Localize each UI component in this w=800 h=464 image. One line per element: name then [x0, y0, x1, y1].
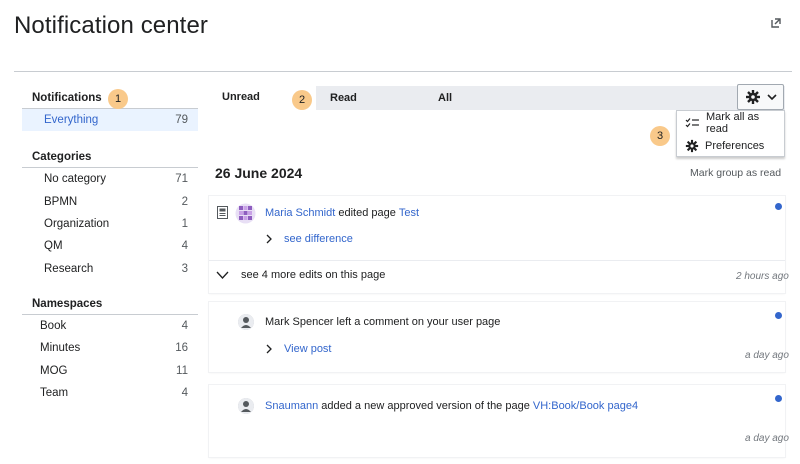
page-link[interactable]: VH:Book/Book page4 [533, 400, 638, 412]
gear-icon [745, 90, 760, 104]
notification-action: added a new approved version of the page [321, 400, 530, 412]
namespaces-group: Namespaces Book 4 Minutes 16 MOG 11 Team… [22, 294, 198, 404]
sidebar-item-count: 2 [181, 195, 188, 208]
gear-icon [685, 139, 699, 152]
sidebar-item-label: No category [44, 173, 107, 186]
user-icon [238, 398, 254, 414]
categories-group: Categories No category 71 BPMN 2 Organiz… [22, 147, 198, 279]
checklist-icon [685, 117, 699, 127]
callout-badge: 1 [108, 89, 128, 109]
namespaces-heading: Namespaces [22, 294, 198, 315]
sidebar-item-count: 16 [175, 342, 188, 355]
view-post-link-row[interactable]: View post [264, 343, 332, 355]
menu-item-label: Preferences [705, 139, 765, 152]
sidebar-item-label: MOG [40, 364, 68, 377]
sidebar-item-no-category[interactable]: No category 71 [22, 168, 198, 190]
sidebar-item-label: Team [40, 386, 69, 399]
tab-label: Read [330, 92, 357, 104]
timestamp: a day ago [745, 433, 789, 444]
chevron-right-icon [266, 344, 272, 354]
tab-label: All [438, 92, 453, 104]
sidebar-item-book[interactable]: Book 4 [22, 315, 198, 337]
settings-menu-button[interactable] [737, 84, 784, 110]
callout-badge: 2 [292, 90, 312, 110]
sidebar-item-label: QM [44, 240, 63, 253]
preferences-item[interactable]: Preferences [677, 134, 784, 157]
unread-indicator[interactable] [775, 203, 782, 210]
avatar [238, 314, 254, 330]
notification-action: edited page [338, 207, 396, 219]
user-icon [238, 314, 254, 330]
sidebar-item-mog[interactable]: MOG 11 [22, 359, 198, 381]
mark-group-read-button[interactable]: Mark group as read [690, 167, 781, 179]
sidebar-item-label: Organization [44, 218, 110, 231]
sidebar-item-count: 1 [181, 218, 188, 231]
sidebar-item-label: BPMN [44, 195, 78, 208]
notification-card[interactable] [209, 302, 785, 372]
sidebar: Notifications Everything 79 Categories N… [22, 88, 198, 412]
unread-indicator[interactable] [775, 312, 782, 319]
notification-card[interactable] [209, 385, 785, 457]
sidebar-item-label: Book [40, 319, 67, 332]
sidebar-item-organization[interactable]: Organization 1 [22, 213, 198, 235]
chevron-right-icon [266, 234, 272, 244]
sidebar-item-research[interactable]: Research 3 [22, 257, 198, 279]
see-difference-link-row[interactable]: see difference [264, 233, 353, 245]
page-title: Notification center [14, 12, 208, 39]
user-link[interactable]: Snaumann [265, 400, 318, 412]
avatar [238, 398, 254, 414]
sidebar-item-count: 4 [181, 386, 188, 399]
tab-all[interactable]: All [425, 86, 525, 110]
page-link[interactable]: Test [399, 207, 419, 219]
sidebar-item-count: 4 [181, 240, 188, 253]
sidebar-item-label: Everything [44, 114, 99, 127]
timestamp: a day ago [745, 350, 789, 361]
view-post-link[interactable]: View post [284, 343, 332, 355]
sidebar-item-everything[interactable]: Everything 79 [22, 109, 198, 132]
sidebar-item-minutes[interactable]: Minutes 16 [22, 337, 198, 359]
user-name: Mark Spencer [265, 316, 334, 328]
sidebar-item-bpmn[interactable]: BPMN 2 [22, 191, 198, 213]
chevron-down-icon [216, 271, 229, 279]
sidebar-item-count: 4 [181, 319, 188, 332]
unread-indicator[interactable] [775, 395, 782, 402]
notification-text: Maria Schmidt edited page Test [265, 207, 419, 219]
tab-label: Unread [222, 91, 260, 103]
menu-item-label: Mark all as read [705, 110, 760, 135]
external-window-icon[interactable] [769, 16, 783, 30]
chevron-down-icon [766, 94, 777, 101]
sidebar-item-qm[interactable]: QM 4 [22, 235, 198, 257]
notification-action: left a comment on your user page [336, 316, 501, 328]
more-edits-label: see 4 more edits on this page [241, 269, 386, 281]
categories-heading: Categories [22, 147, 198, 169]
settings-dropdown: Mark all as read Preferences [676, 110, 785, 157]
sidebar-item-label: Research [44, 262, 94, 275]
tab-read[interactable]: Read [317, 86, 417, 110]
more-edits-toggle[interactable]: see 4 more edits on this page [216, 269, 385, 281]
sidebar-item-team[interactable]: Team 4 [22, 382, 198, 404]
timestamp: 2 hours ago [736, 271, 789, 282]
notification-text: Snaumann added a new approved version of… [265, 400, 638, 412]
notification-text: Mark Spencer left a comment on your user… [265, 316, 500, 328]
sidebar-item-count: 3 [181, 262, 188, 275]
sidebar-item-count: 11 [176, 364, 188, 377]
date-group-heading: 26 June 2024 [215, 165, 303, 181]
page-icon [217, 206, 228, 219]
sidebar-item-count: 71 [175, 173, 188, 186]
header-divider [14, 71, 792, 72]
mark-all-read-item[interactable]: Mark all as read [677, 110, 784, 135]
callout-badge: 3 [650, 126, 670, 146]
sidebar-item-count: 79 [175, 114, 188, 127]
user-link[interactable]: Maria Schmidt [265, 207, 335, 219]
divider [209, 260, 785, 261]
see-difference-link[interactable]: see difference [284, 233, 353, 245]
user-avatar-icon [235, 203, 256, 224]
sidebar-item-label: Minutes [40, 342, 81, 355]
